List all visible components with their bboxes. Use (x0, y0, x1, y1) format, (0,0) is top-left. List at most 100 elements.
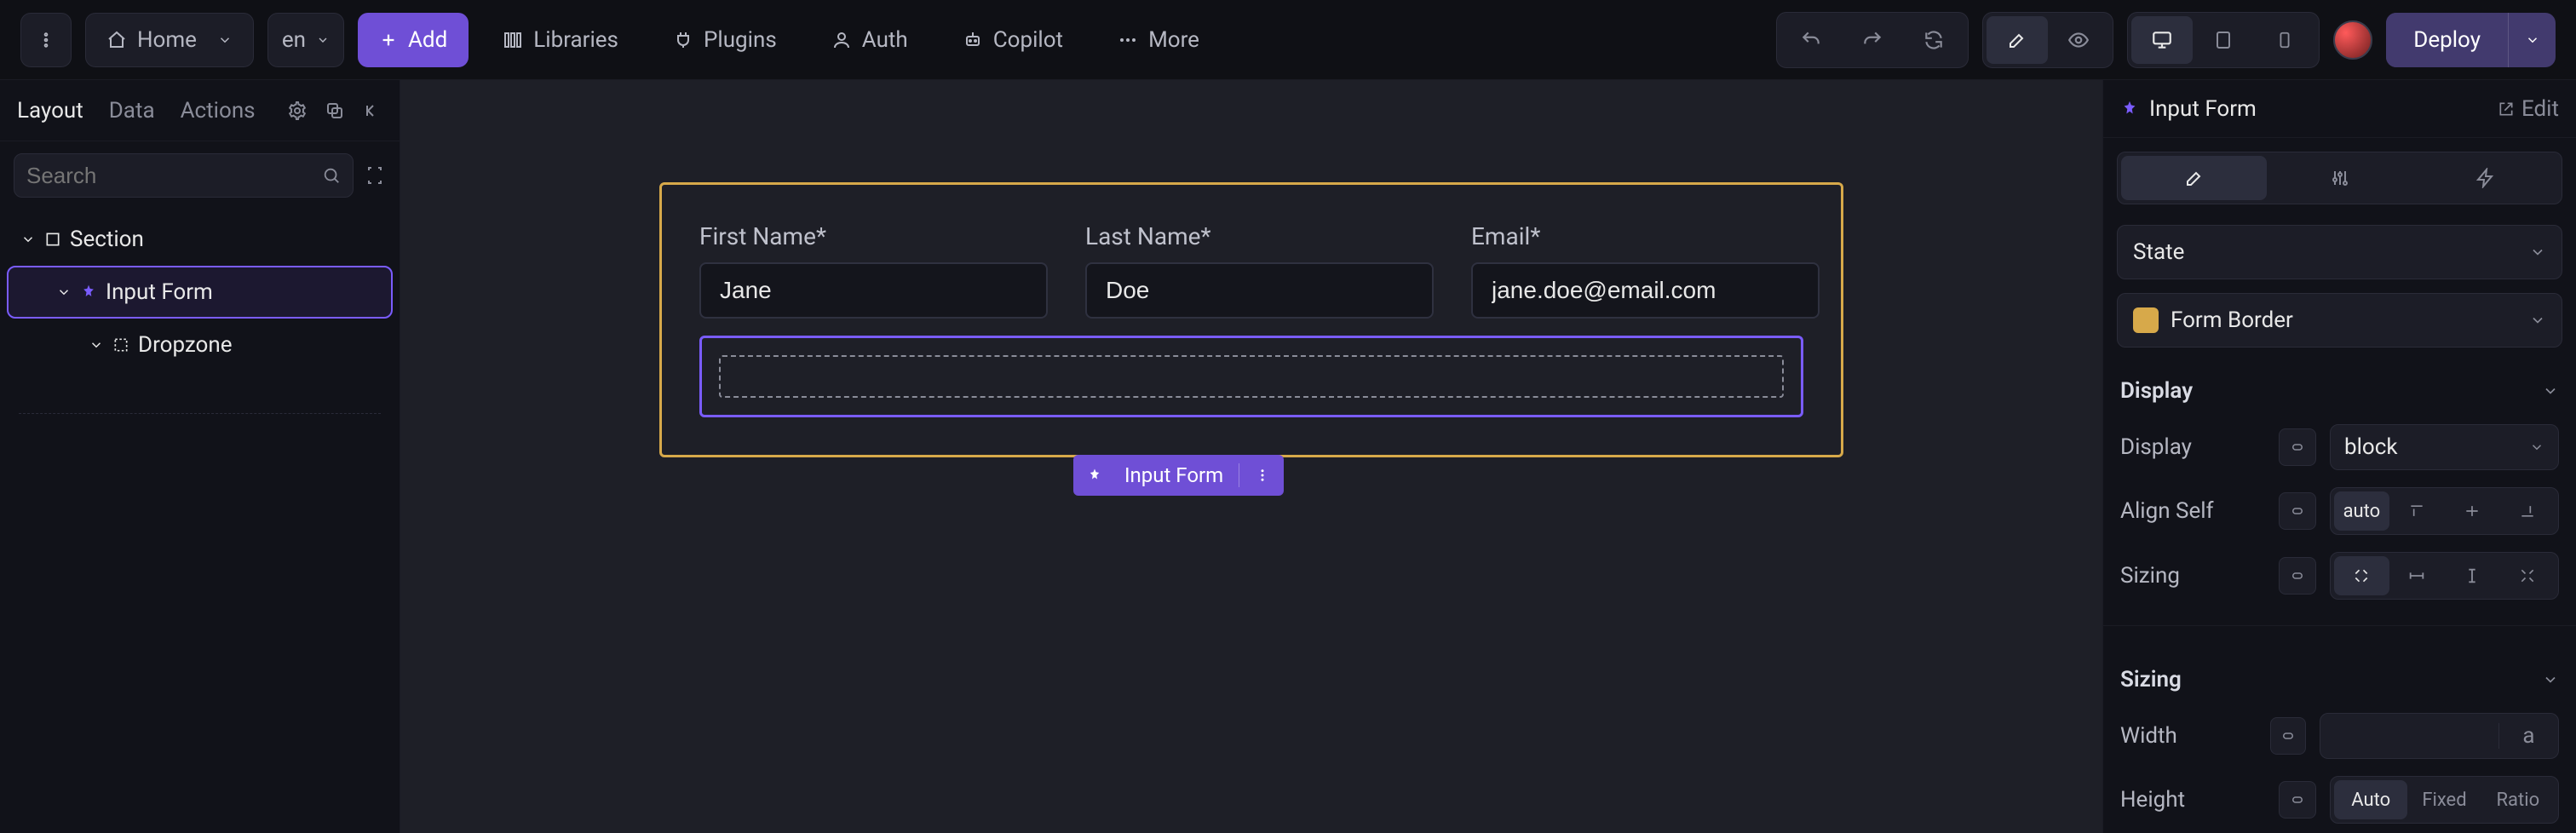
align-self-start[interactable] (2389, 491, 2445, 531)
style-tab[interactable] (2121, 156, 2267, 200)
sizing-grow[interactable] (2499, 556, 2555, 595)
tree-row-input-form[interactable]: Input Form (7, 266, 393, 319)
height-fixed[interactable]: Fixed (2407, 780, 2481, 819)
redo-button[interactable] (1842, 16, 1903, 64)
dropzone-icon (112, 336, 129, 353)
tab-layout[interactable]: Layout (17, 98, 83, 124)
page-selector[interactable]: Home (85, 13, 254, 67)
display-section-header[interactable]: Display (2103, 354, 2576, 416)
width-input[interactable] (2320, 730, 2498, 743)
sizing-section-header[interactable]: Sizing (2103, 643, 2576, 704)
state-dropdown-label: State (2133, 239, 2517, 265)
selection-tag: Input Form (1073, 455, 1284, 496)
canvas[interactable]: First Name* Last Name* Email* Input Form (400, 80, 2102, 833)
sizing-width[interactable] (2389, 556, 2445, 595)
language-selector-label: en (282, 27, 306, 53)
sizing-label: Sizing (2120, 563, 2265, 589)
sync-button[interactable] (1903, 16, 1964, 64)
preview-button[interactable] (2048, 16, 2109, 64)
sizing-height[interactable] (2445, 556, 2500, 595)
tab-actions[interactable]: Actions (181, 98, 256, 124)
expand-all-button[interactable] (364, 153, 386, 198)
tree-row-dropzone[interactable]: Dropzone (7, 319, 393, 371)
topbar: Home en Add Libraries Plugins Auth Copil… (0, 0, 2576, 80)
language-selector[interactable]: en (267, 13, 344, 67)
left-panel-tabs: Layout Data Actions (0, 80, 400, 141)
sizing-shrink[interactable] (2334, 556, 2389, 595)
sizing-seg (2330, 552, 2559, 600)
right-panel-title: Input Form (2149, 96, 2487, 122)
width-unit[interactable]: a (2498, 723, 2558, 749)
device-tablet-button[interactable] (2193, 16, 2254, 64)
height-ratio[interactable]: Ratio (2481, 780, 2555, 819)
tab-data[interactable]: Data (109, 98, 155, 124)
field-first-name-input[interactable] (699, 262, 1048, 319)
auth-button[interactable]: Auth (811, 13, 929, 67)
copy-icon[interactable] (325, 101, 345, 121)
width-label: Width (2120, 723, 2257, 749)
right-panel-header: Input Form Edit (2103, 80, 2576, 138)
state-toggle[interactable] (2279, 492, 2316, 530)
tree-row-label: Input Form (106, 279, 213, 305)
align-self-seg: auto (2330, 487, 2559, 535)
form-border-class[interactable]: Form Border (2117, 293, 2562, 348)
height-auto[interactable]: Auto (2334, 780, 2407, 819)
align-self-auto[interactable]: auto (2334, 491, 2389, 531)
edit-mode-button[interactable] (1987, 16, 2048, 64)
deploy-button[interactable]: Deploy (2386, 13, 2508, 67)
undo-button[interactable] (1780, 16, 1842, 64)
chevron-down-icon (2542, 671, 2559, 688)
state-toggle[interactable] (2279, 557, 2316, 595)
edit-component-button[interactable]: Edit (2498, 96, 2559, 122)
interactions-tab[interactable] (2412, 156, 2558, 200)
field-last-name-input[interactable] (1085, 262, 1434, 319)
canvas-dropzone[interactable] (699, 336, 1803, 417)
align-self-row: Align Self auto (2103, 479, 2576, 543)
user-icon (831, 30, 852, 50)
form-border-label: Form Border (2171, 307, 2517, 333)
field-email-input[interactable] (1471, 262, 1820, 319)
avatar[interactable] (2333, 20, 2372, 60)
chevron-down-icon (2529, 439, 2544, 455)
selection-drag-handle[interactable] (1080, 461, 1109, 490)
tree-empty-area (19, 380, 381, 414)
chevron-down-icon (2529, 312, 2546, 329)
device-desktop-button[interactable] (2131, 16, 2193, 64)
menu-button[interactable] (20, 13, 72, 67)
height-row: Height Auto Fixed Ratio (2103, 767, 2576, 832)
libraries-label: Libraries (533, 27, 618, 53)
chevron-down-icon (217, 32, 233, 48)
chevron-down-icon (89, 337, 104, 353)
chevron-down-icon (2542, 382, 2559, 399)
field-email: Email* (1471, 222, 1820, 319)
state-dropdown[interactable]: State (2117, 225, 2562, 279)
device-mobile-button[interactable] (2254, 16, 2315, 64)
more-button[interactable]: More (1097, 13, 1220, 67)
field-last-name: Last Name* (1085, 222, 1434, 319)
selection-more-button[interactable] (1248, 461, 1277, 490)
state-toggle[interactable] (2279, 428, 2316, 466)
form-card[interactable]: First Name* Last Name* Email* (659, 182, 1843, 457)
deploy-dropdown[interactable] (2508, 13, 2556, 67)
display-row: Display block (2103, 416, 2576, 479)
copilot-button[interactable]: Copilot (942, 13, 1084, 67)
align-self-end[interactable] (2499, 491, 2555, 531)
state-toggle[interactable] (2270, 717, 2306, 755)
sizing-row: Sizing (2103, 543, 2576, 608)
left-panel: Layout Data Actions Section (0, 80, 400, 833)
search-input[interactable] (26, 163, 312, 189)
gear-icon[interactable] (287, 101, 308, 121)
align-self-center[interactable] (2445, 491, 2500, 531)
add-button[interactable]: Add (358, 13, 469, 67)
display-select-value: block (2344, 434, 2521, 460)
state-toggle[interactable] (2279, 781, 2316, 819)
plugins-button[interactable]: Plugins (653, 13, 797, 67)
mode-seg (1982, 12, 2113, 68)
settings-tab[interactable] (2267, 156, 2412, 200)
search-input-wrapper[interactable] (14, 153, 354, 198)
tree-row-label: Dropzone (138, 332, 233, 358)
libraries-button[interactable]: Libraries (482, 13, 639, 67)
display-select[interactable]: block (2330, 424, 2559, 470)
collapse-panel-icon[interactable] (362, 101, 382, 121)
tree-row-section[interactable]: Section (7, 213, 393, 266)
